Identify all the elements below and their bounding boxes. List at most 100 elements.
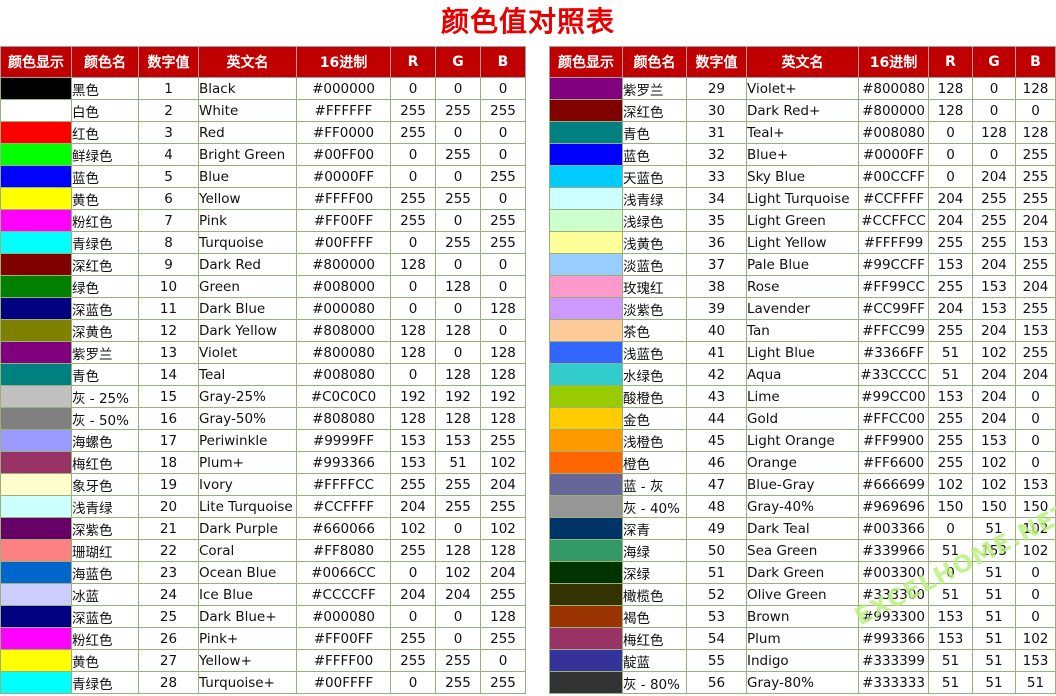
r-value-cell: 0 [928,561,973,584]
color-swatch [0,275,72,298]
r-value-cell: 0 [390,363,436,386]
r-value-cell: 255 [928,451,973,474]
english-name-cell: Blue+ [746,143,859,166]
english-name-cell: Turquoise [198,231,297,254]
color-number-cell: 35 [686,209,747,232]
english-name-cell: Indigo [746,649,859,672]
g-value-cell: 51 [972,561,1016,584]
r-value-cell: 255 [928,275,973,298]
table-row: 绿色 10 Green #008000 0 128 0 [0,275,526,298]
table-row: 灰 - 40% 48 Gray-40% #969696 150 150 150 [549,495,1056,518]
header-r: R [390,46,436,78]
color-swatch [0,627,72,650]
english-name-cell: Pink+ [198,627,297,650]
table-row: 浅黄色 36 Light Yellow #FFFF99 255 255 153 [549,231,1056,254]
g-value-cell: 204 [972,385,1016,408]
g-value-cell: 128 [435,407,481,430]
table-row: 深红色 30 Dark Red+ #800000 128 0 0 [549,99,1056,122]
r-value-cell: 150 [928,495,973,518]
color-table-right: 颜色显示 颜色名 数字值 英文名 16进制 R G B 紫罗兰 29 Violet+… [549,46,1056,694]
english-name-cell: Rose [746,275,859,298]
english-name-cell: Ice Blue [198,583,297,606]
table-row: 灰 - 80% 56 Gray-80% #333333 51 51 51 [549,671,1056,694]
color-number-cell: 15 [138,385,199,408]
table-row: 梅红色 18 Plum+ #993366 153 51 102 [0,451,526,474]
hex-code-cell: #666699 [858,473,929,496]
color-swatch [0,209,72,232]
color-name-cell: 梅红色 [71,451,139,474]
color-number-cell: 27 [138,649,199,672]
r-value-cell: 51 [928,341,973,364]
hex-code-cell: #993366 [858,627,929,650]
hex-code-cell: #FF9900 [858,429,929,452]
color-name-cell: 珊瑚红 [71,539,139,562]
color-swatch [549,143,623,166]
b-value-cell: 128 [480,407,526,430]
hex-code-cell: #CCFFCC [858,209,929,232]
r-value-cell: 128 [390,319,436,342]
r-value-cell: 255 [928,319,973,342]
r-value-cell: 153 [390,451,436,474]
hex-code-cell: #00FFFF [296,231,391,254]
hex-code-cell: #000080 [296,297,391,320]
b-value-cell: 255 [1015,341,1056,364]
color-number-cell: 34 [686,187,747,210]
color-swatch [0,165,72,188]
r-value-cell: 51 [928,583,973,606]
r-value-cell: 0 [390,561,436,584]
table-row: 浅橙色 45 Light Orange #FF9900 255 153 0 [549,429,1056,452]
english-name-cell: Blue-Gray [746,473,859,496]
r-value-cell: 255 [928,407,973,430]
color-swatch [0,77,72,100]
color-name-cell: 深蓝色 [71,297,139,320]
g-value-cell: 153 [972,275,1016,298]
b-value-cell: 128 [480,341,526,364]
english-name-cell: Gray-50% [198,407,297,430]
english-name-cell: Tan [746,319,859,342]
b-value-cell: 153 [1015,473,1056,496]
table-row: 象牙色 19 Ivory #FFFFCC 255 255 204 [0,473,526,496]
r-value-cell: 51 [928,649,973,672]
color-name-cell: 梅红色 [622,627,687,650]
r-value-cell: 128 [928,77,973,100]
english-name-cell: Dark Purple [198,517,297,540]
color-number-cell: 3 [138,121,199,144]
r-value-cell: 153 [928,253,973,276]
hex-code-cell: #FF6600 [858,451,929,474]
hex-code-cell: #FFFF00 [296,187,391,210]
r-value-cell: 153 [390,429,436,452]
r-value-cell: 0 [928,121,973,144]
color-swatch [549,99,623,122]
g-value-cell: 0 [435,165,481,188]
header-b: B [480,46,526,78]
color-swatch [549,451,623,474]
color-swatch [549,231,623,254]
color-name-cell: 深黄色 [71,319,139,342]
color-number-cell: 4 [138,143,199,166]
hex-code-cell: #00FF00 [296,143,391,166]
color-name-cell: 深蓝色 [71,605,139,628]
color-swatch [549,385,623,408]
color-number-cell: 13 [138,341,199,364]
color-name-cell: 浅橙色 [622,429,687,452]
color-name-cell: 深红色 [622,99,687,122]
english-name-cell: Plum [746,627,859,650]
b-value-cell: 0 [480,121,526,144]
hex-code-cell: #000000 [296,77,391,100]
color-name-cell: 茶色 [622,319,687,342]
b-value-cell: 255 [1015,143,1056,166]
g-value-cell: 51 [972,671,1016,694]
hex-code-cell: #00FFFF [296,671,391,694]
english-name-cell: Blue [198,165,297,188]
english-name-cell: Ocean Blue [198,561,297,584]
g-value-cell: 204 [435,583,481,606]
g-value-cell: 51 [972,627,1016,650]
color-swatch [549,583,623,606]
hex-code-cell: #CCCCFF [296,583,391,606]
hex-code-cell: #FFCC00 [858,407,929,430]
table-row: 红色 3 Red #FF0000 255 0 0 [0,121,526,144]
color-swatch [0,297,72,320]
color-name-cell: 海绿 [622,539,687,562]
hex-code-cell: #993300 [858,605,929,628]
r-value-cell: 0 [390,605,436,628]
